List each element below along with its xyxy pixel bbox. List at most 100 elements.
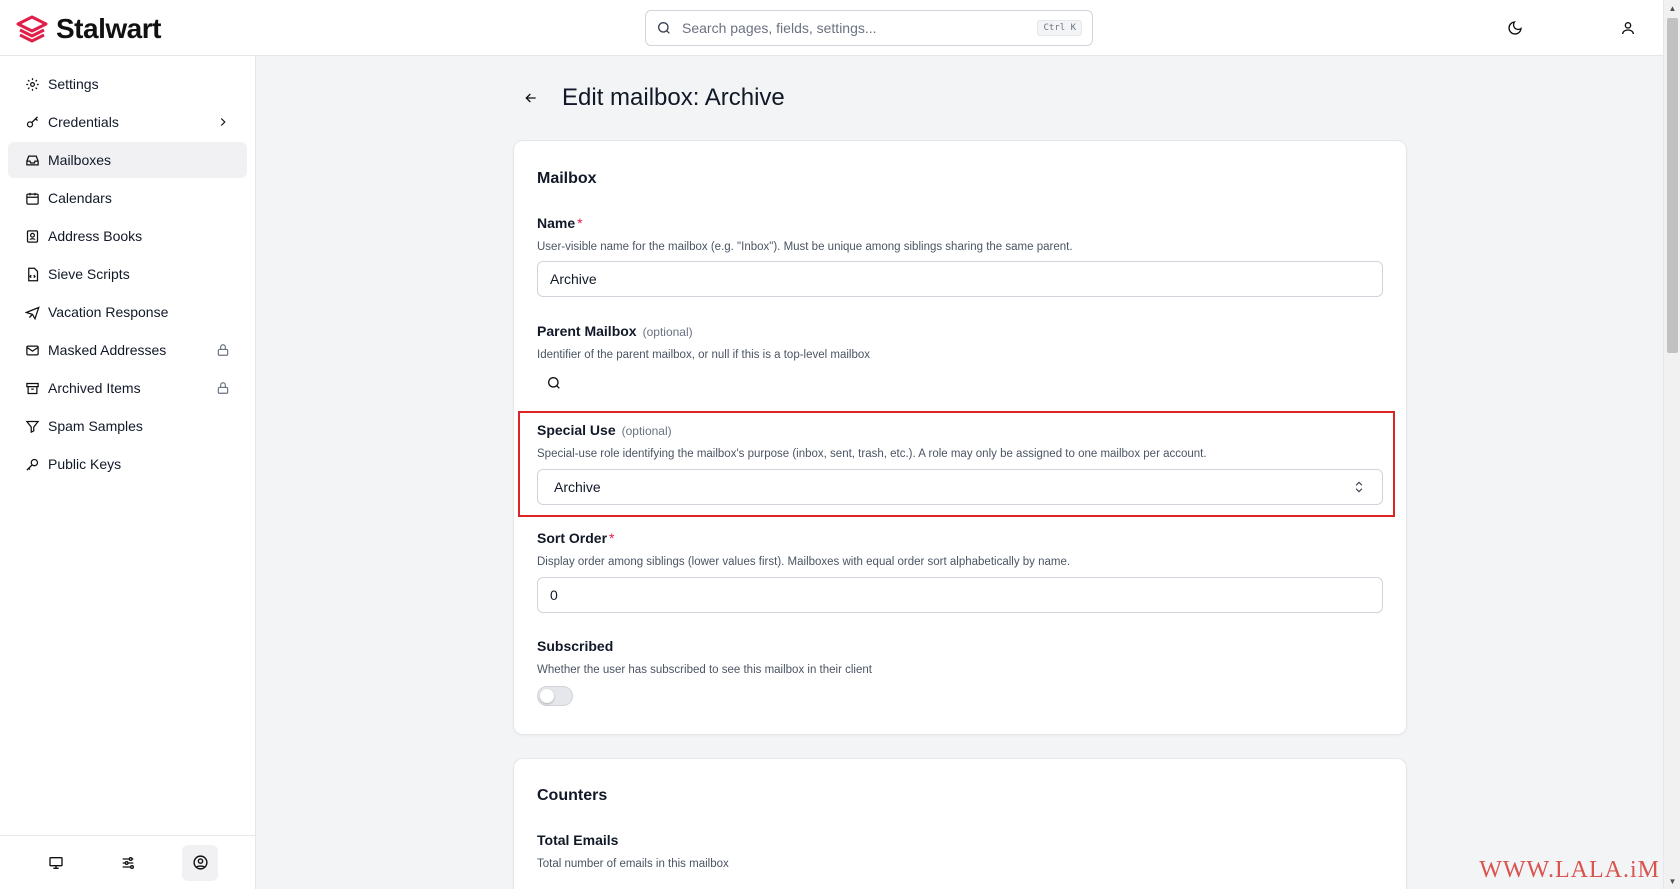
account-button[interactable] (1618, 18, 1638, 38)
sidebar-item-credentials[interactable]: Credentials (8, 104, 247, 140)
theme-toggle-button[interactable] (1505, 18, 1525, 38)
moon-icon (1508, 21, 1522, 35)
sidebar-item-settings[interactable]: Settings (8, 66, 247, 102)
plane-icon (24, 304, 40, 320)
sliders-icon (122, 856, 134, 869)
sidebar-item-label: Spam Samples (48, 418, 143, 434)
sidebar-item-label: Masked Addresses (48, 342, 167, 358)
subscribed-toggle[interactable] (537, 686, 573, 706)
optional-marker: (optional) (642, 325, 693, 339)
sidebar-item-public-keys[interactable]: Public Keys (8, 446, 247, 482)
stalwart-logo-icon (16, 15, 48, 43)
sidebar-item-sieve-scripts[interactable]: Sieve Scripts (8, 256, 247, 292)
monitor-icon (49, 856, 63, 869)
total-emails-description: Total number of emails in this mailbox (537, 858, 729, 870)
name-input[interactable]: Archive (537, 261, 1383, 297)
key-icon (24, 114, 40, 130)
name-label: Name * (537, 215, 583, 231)
chevron-up-down-icon (1355, 481, 1363, 493)
sort-order-value: 0 (550, 587, 558, 603)
subscribed-description: Whether the user has subscribed to see t… (537, 664, 872, 676)
back-button[interactable] (520, 87, 542, 109)
search-icon (658, 22, 670, 34)
filter-icon (24, 418, 40, 434)
search-shortcut-badge: Ctrl K (1037, 20, 1082, 36)
sidebar-item-masked-addresses[interactable]: Masked Addresses (8, 332, 247, 368)
archive-box-icon (24, 380, 40, 396)
sidebar-item-label: Vacation Response (48, 304, 169, 320)
calendar-icon (24, 190, 40, 206)
scroll-down-arrow[interactable]: ▼ (1664, 873, 1680, 889)
key-icon (24, 456, 40, 472)
special-use-description: Special-use role identifying the mailbox… (537, 448, 1207, 460)
parent-mailbox-label: Parent Mailbox (optional) (537, 323, 693, 339)
sidebar-item-label: Archived Items (48, 380, 141, 396)
sort-order-label-text: Sort Order (537, 530, 608, 546)
user-circle-icon (192, 855, 208, 870)
sidebar-item-mailboxes[interactable]: Mailboxes (8, 142, 247, 178)
parent-mailbox-search[interactable] (544, 373, 564, 393)
optional-marker: (optional) (621, 424, 672, 438)
top-bar: Stalwart Search pages, fields, settings.… (0, 0, 1663, 56)
sidebar-nav: Settings Credentials Mailboxes Calendars… (0, 56, 255, 482)
sidebar-item-address-books[interactable]: Address Books (8, 218, 247, 254)
toggle-knob (540, 689, 554, 703)
required-marker: * (609, 530, 615, 546)
special-use-select[interactable]: Archive (537, 469, 1383, 505)
page-title: Edit mailbox: Archive (562, 84, 785, 111)
subscribed-label: Subscribed (537, 638, 614, 654)
sidebar-item-spam-samples[interactable]: Spam Samples (8, 408, 247, 444)
global-search[interactable]: Search pages, fields, settings... Ctrl K (645, 10, 1093, 46)
search-icon (548, 377, 560, 389)
lock-icon (215, 380, 231, 396)
account-settings-button[interactable] (182, 844, 218, 881)
special-use-value: Archive (554, 479, 601, 495)
card-title: Counters (537, 787, 608, 804)
sort-order-input[interactable]: 0 (537, 577, 1383, 613)
counters-card: Counters Total Emails Total number of em… (513, 758, 1407, 889)
scroll-thumb[interactable] (1667, 18, 1678, 353)
mail-icon (24, 342, 40, 358)
sidebar-item-label: Sieve Scripts (48, 266, 130, 282)
sort-order-label: Sort Order * (537, 530, 614, 546)
parent-mailbox-description: Identifier of the parent mailbox, or nul… (537, 349, 871, 361)
arrow-left-icon (525, 93, 536, 103)
script-file-icon (24, 266, 40, 282)
name-input-value: Archive (550, 271, 597, 287)
chevron-right-icon (215, 114, 231, 130)
parent-mailbox-label-text: Parent Mailbox (537, 323, 637, 339)
page-scrollbar[interactable]: ▲ ▼ (1663, 0, 1680, 889)
total-emails-label: Total Emails (537, 832, 619, 848)
special-use-label: Special Use (optional) (537, 422, 672, 438)
sidebar-item-vacation-response[interactable]: Vacation Response (8, 294, 247, 330)
special-use-label-text: Special Use (537, 422, 616, 438)
sidebar-item-archived-items[interactable]: Archived Items (8, 370, 247, 406)
sidebar: Settings Credentials Mailboxes Calendars… (0, 56, 256, 889)
card-title: Mailbox (537, 170, 597, 187)
preferences-button[interactable] (110, 845, 146, 881)
gear-icon (24, 76, 40, 92)
sidebar-item-label: Address Books (48, 228, 143, 244)
app-name: Stalwart (56, 13, 161, 44)
sort-order-description: Display order among siblings (lower valu… (537, 556, 1071, 568)
scroll-up-arrow[interactable]: ▲ (1664, 0, 1680, 16)
required-marker: * (577, 215, 583, 231)
page-header: Edit mailbox: Archive (520, 84, 785, 112)
sidebar-item-label: Credentials (48, 114, 119, 130)
mailbox-card: Mailbox Name * User-visible name for the … (513, 140, 1407, 735)
sidebar-item-label: Calendars (48, 190, 112, 206)
sidebar-item-label: Public Keys (48, 456, 122, 472)
sidebar-item-label: Settings (48, 76, 99, 92)
monitor-button[interactable] (38, 845, 74, 881)
sidebar-item-label: Mailboxes (48, 152, 112, 168)
contact-book-icon (24, 228, 40, 244)
sidebar-item-calendars[interactable]: Calendars (8, 180, 247, 216)
watermark: WWW.LALA.iM (1479, 857, 1660, 883)
inbox-icon (24, 152, 40, 168)
search-placeholder: Search pages, fields, settings... (682, 20, 877, 36)
lock-icon (215, 342, 231, 358)
sidebar-footer (0, 835, 256, 889)
app-logo[interactable]: Stalwart (16, 13, 161, 45)
name-description: User-visible name for the mailbox (e.g. … (537, 241, 1073, 253)
user-icon (1622, 22, 1634, 35)
